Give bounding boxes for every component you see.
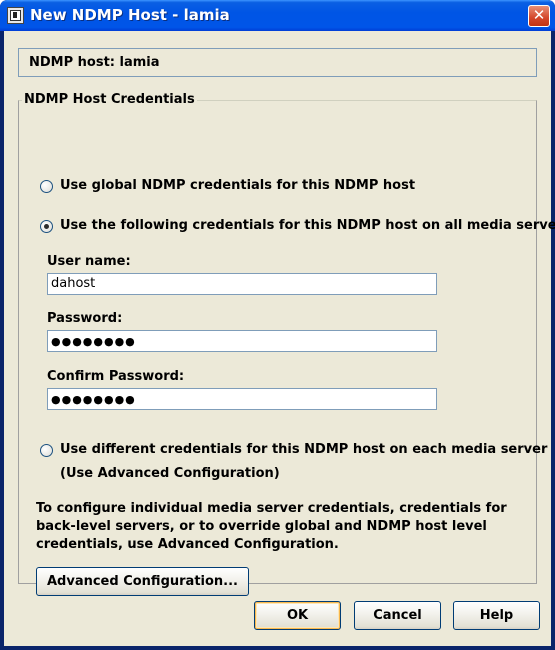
advanced-hint: (Use Advanced Configuration) <box>60 466 280 481</box>
help-button[interactable]: Help <box>453 601 540 630</box>
radio-button[interactable] <box>40 180 53 193</box>
ok-button[interactable]: OK <box>254 601 341 630</box>
confirm-password-label: Confirm Password: <box>47 369 185 384</box>
cancel-button[interactable]: Cancel <box>354 601 441 630</box>
password-field[interactable]: ●●●●●●●● <box>47 330 437 352</box>
window-title: New NDMP Host - lamia <box>30 6 230 24</box>
host-info-box: NDMP host: lamia <box>18 48 537 77</box>
radio-button-selected[interactable] <box>40 220 53 233</box>
dialog-body: NDMP host: lamia NDMP Host Credentials U… <box>4 31 555 646</box>
advanced-configuration-button[interactable]: Advanced Configuration... <box>36 567 249 596</box>
host-label: NDMP host: <box>29 55 115 70</box>
username-field[interactable]: dahost <box>47 273 437 295</box>
radio-label: Use global NDMP credentials for this NDM… <box>60 178 416 193</box>
close-icon[interactable]: ✕ <box>528 5 550 27</box>
radio-label: Use the following credentials for this N… <box>60 218 555 233</box>
host-info-text: NDMP host: lamia <box>29 55 160 70</box>
password-label: Password: <box>47 311 123 326</box>
credentials-group-title: NDMP Host Credentials <box>22 92 197 107</box>
username-label: User name: <box>47 254 131 269</box>
radio-button[interactable] <box>40 444 53 457</box>
app-icon <box>7 7 24 24</box>
host-name: lamia <box>119 55 160 70</box>
credentials-group: NDMP Host Credentials Use global NDMP cr… <box>18 92 555 596</box>
advanced-note: To configure individual media server cre… <box>36 501 507 552</box>
confirm-password-field[interactable]: ●●●●●●●● <box>47 388 437 410</box>
title-bar[interactable]: New NDMP Host - lamia ✕ <box>0 0 555 31</box>
dialog-window: New NDMP Host - lamia ✕ NDMP host: lamia… <box>0 0 555 650</box>
radio-label: Use different credentials for this NDMP … <box>60 442 548 457</box>
